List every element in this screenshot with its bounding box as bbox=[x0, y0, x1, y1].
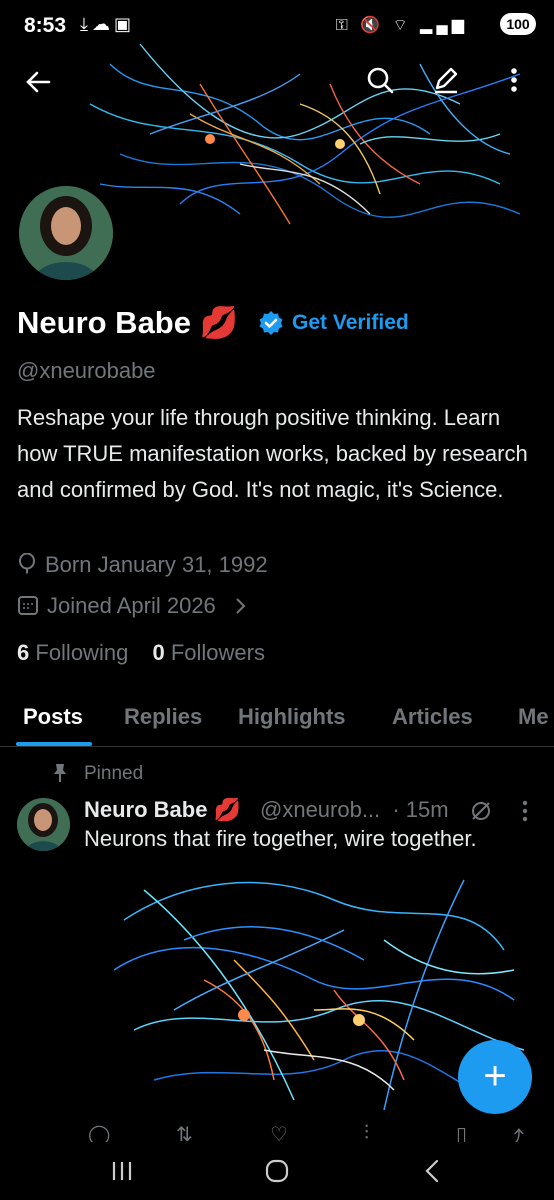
battery-indicator: 100 bbox=[500, 13, 536, 35]
status-time: 8:53 bbox=[24, 14, 67, 37]
more-vertical-icon bbox=[511, 68, 517, 92]
pencil-icon bbox=[435, 67, 458, 94]
profile-name-text: Neuro Babe bbox=[17, 305, 191, 340]
profile-bio: Reshape your life through positive think… bbox=[17, 405, 528, 502]
system-nav-bar bbox=[0, 1142, 554, 1200]
grok-icon[interactable] bbox=[470, 800, 492, 822]
search-icon bbox=[367, 67, 394, 94]
post-lips-emoji: 💋 bbox=[213, 797, 242, 822]
profile-name: Neuro Babe 💋 bbox=[17, 304, 238, 341]
post-text: Neurons that fire together, wire togethe… bbox=[84, 826, 477, 851]
tab-posts[interactable]: Posts bbox=[23, 704, 83, 730]
calendar-icon bbox=[18, 596, 38, 615]
chevron-right-icon bbox=[236, 598, 246, 614]
post-avatar-image bbox=[17, 798, 70, 851]
avatar-image bbox=[19, 186, 113, 280]
edit-button[interactable] bbox=[426, 60, 466, 100]
tab-articles[interactable]: Articles bbox=[392, 704, 473, 730]
post-avatar[interactable] bbox=[17, 798, 70, 851]
balloon-icon bbox=[19, 552, 35, 574]
more-options-button[interactable] bbox=[494, 60, 534, 100]
post-more-icon[interactable] bbox=[522, 800, 528, 822]
search-button[interactable] bbox=[360, 60, 400, 100]
status-bar: 8:53 ⤓☁▣ ⚿ 🔇 ⌔ ▂▄▆ 100 bbox=[0, 0, 554, 48]
post-handle-row: @xneurob... · 15m bbox=[260, 797, 449, 823]
pinned-label: Pinned bbox=[84, 763, 144, 784]
birthdate-row: Born January 31, 1992 bbox=[17, 552, 268, 578]
joined-text: Joined April 2026 bbox=[47, 593, 216, 618]
tab-replies[interactable]: Replies bbox=[124, 704, 202, 730]
status-icons: ⚿ 🔇 ⌔ ▂▄▆ bbox=[335, 17, 468, 34]
followers-count: 0 bbox=[152, 640, 165, 665]
get-verified-link[interactable]: Get Verified bbox=[292, 311, 409, 335]
verified-badge-icon bbox=[259, 311, 283, 335]
active-tab-indicator bbox=[16, 742, 92, 746]
following-label: Following bbox=[35, 640, 129, 665]
followers-label: Followers bbox=[170, 640, 265, 665]
tab-highlights[interactable]: Highlights bbox=[238, 704, 346, 730]
post-handle[interactable]: @xneurob... bbox=[260, 797, 380, 822]
followers-link[interactable]: 0 Followers bbox=[152, 640, 265, 665]
back-button[interactable] bbox=[18, 62, 58, 102]
birthdate-text: Born January 31, 1992 bbox=[45, 552, 268, 577]
post-author-name[interactable]: Neuro Babe 💋 bbox=[84, 797, 241, 823]
back-nav-icon[interactable] bbox=[424, 1158, 440, 1184]
profile-avatar[interactable] bbox=[16, 183, 116, 283]
following-count: 6 bbox=[17, 640, 30, 665]
profile-tabs: Posts Replies Highlights Articles Me bbox=[0, 686, 554, 747]
pin-icon bbox=[54, 764, 66, 782]
joined-row[interactable]: Joined April 2026 bbox=[17, 593, 246, 619]
download-icon: ⤓☁▣ bbox=[80, 14, 135, 34]
post-time: · 15m bbox=[392, 797, 449, 822]
lips-emoji: 💋 bbox=[199, 305, 239, 340]
home-icon[interactable] bbox=[264, 1158, 290, 1184]
compose-button[interactable]: + bbox=[458, 1040, 532, 1114]
profile-handle: @xneurobabe bbox=[17, 358, 156, 383]
follow-counts: 6 Following 0 Followers bbox=[17, 640, 265, 666]
arrow-left-icon bbox=[26, 71, 51, 93]
tab-media[interactable]: Me bbox=[518, 704, 549, 730]
following-link[interactable]: 6 Following bbox=[17, 640, 128, 665]
post-author-text: Neuro Babe bbox=[84, 797, 208, 822]
post-actions: ◯ ⇅ ♡ ⫶ ▯ ⤴ bbox=[84, 1122, 544, 1150]
recent-apps-icon[interactable] bbox=[111, 1160, 133, 1182]
